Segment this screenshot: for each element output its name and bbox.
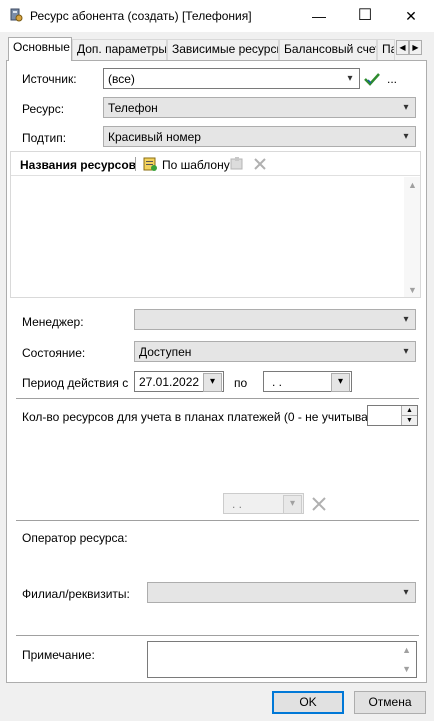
- scroll-down-icon[interactable]: ▼: [408, 285, 417, 295]
- period-from-value: 27.01.2022: [139, 375, 200, 389]
- tab-dependent-resources[interactable]: Зависимые ресурсы: [167, 39, 279, 60]
- separator: [16, 520, 419, 521]
- tab-balance-account[interactable]: Балансовый счет: [279, 39, 377, 60]
- clear-date-icon: [311, 496, 327, 512]
- period-to-label: по: [234, 376, 248, 390]
- note-label: Примечание:: [22, 648, 95, 662]
- names-tab[interactable]: Названия ресурсов: [20, 158, 136, 172]
- names-grid[interactable]: Названия ресурсов По шаблону ▲ ▼: [10, 151, 421, 298]
- spin-down-icon[interactable]: ▼: [401, 416, 417, 425]
- source-label: Источник:: [22, 72, 77, 86]
- template-button[interactable]: По шаблону: [162, 158, 230, 172]
- minimize-button[interactable]: —: [296, 0, 342, 32]
- close-button[interactable]: ✕: [388, 0, 434, 32]
- calendar-dropdown-icon[interactable]: ▾: [331, 373, 350, 392]
- manager-select[interactable]: ▾: [134, 309, 416, 330]
- state-value: Доступен: [139, 345, 192, 359]
- extra-date: . . ▾: [223, 493, 304, 514]
- tab-extra-params[interactable]: Доп. параметры: [72, 39, 167, 60]
- subtype-value: Красивый номер: [108, 130, 201, 144]
- vertical-scrollbar[interactable]: ▲ ▼: [404, 177, 420, 297]
- scroll-down-icon[interactable]: ▼: [402, 664, 411, 674]
- extra-date-value: . .: [232, 497, 243, 511]
- state-label: Состояние:: [22, 346, 86, 360]
- app-icon: [8, 7, 24, 23]
- tab-scroll-right-icon[interactable]: ▶: [409, 40, 422, 55]
- delete-icon: [252, 156, 268, 172]
- add-item-icon: [229, 156, 245, 172]
- period-to-value: . .: [272, 375, 283, 389]
- resource-select[interactable]: Телефон ▾: [103, 97, 416, 118]
- resource-label: Ресурс:: [22, 102, 65, 116]
- period-from-date[interactable]: 27.01.2022 ▾: [134, 371, 224, 392]
- separator: [16, 398, 419, 399]
- calendar-dropdown-icon: ▾: [283, 495, 302, 514]
- cancel-button[interactable]: Отмена: [354, 691, 426, 714]
- scroll-up-icon[interactable]: ▲: [402, 645, 411, 655]
- count-label: Кол-во ресурсов для учета в планах плате…: [22, 410, 387, 424]
- tab-scroll-left-icon[interactable]: ◀: [396, 40, 409, 55]
- count-spinner[interactable]: ▲ ▼: [367, 405, 418, 426]
- subtype-select[interactable]: Красивый номер ▾: [103, 126, 416, 147]
- calendar-dropdown-icon[interactable]: ▾: [203, 373, 222, 392]
- maximize-button[interactable]: ☐: [342, 0, 388, 32]
- divider: [135, 157, 136, 171]
- ok-button[interactable]: OK: [272, 691, 344, 714]
- chevron-down-icon: ▾: [403, 314, 409, 325]
- chevron-down-icon: ▾: [347, 73, 353, 84]
- state-select[interactable]: Доступен ▾: [134, 341, 416, 362]
- tab-overflow[interactable]: Па: [377, 39, 395, 60]
- source-value: (все): [108, 72, 135, 86]
- check-icon[interactable]: [364, 72, 380, 86]
- separator: [16, 635, 419, 636]
- resource-value: Телефон: [108, 101, 158, 115]
- tab-main[interactable]: Основные: [8, 37, 72, 61]
- note-textarea[interactable]: ▲ ▼: [147, 641, 417, 678]
- window-title: Ресурс абонента (создать) [Телефония]: [30, 9, 252, 23]
- chevron-down-icon: ▾: [403, 346, 409, 357]
- source-more-button[interactable]: ...: [387, 72, 397, 86]
- template-icon[interactable]: [142, 156, 158, 172]
- spin-up-icon[interactable]: ▲: [401, 406, 417, 416]
- chevron-down-icon: ▾: [403, 131, 409, 142]
- chevron-down-icon: ▾: [403, 102, 409, 113]
- period-to-date[interactable]: . . ▾: [263, 371, 352, 392]
- subtype-label: Подтип:: [22, 131, 67, 145]
- scroll-up-icon[interactable]: ▲: [408, 180, 417, 190]
- source-select[interactable]: (все) ▾: [103, 68, 360, 89]
- branch-label: Филиал/реквизиты:: [22, 587, 130, 601]
- period-label: Период действия с: [22, 376, 129, 390]
- branch-select[interactable]: ▾: [147, 582, 416, 603]
- title-bar: Ресурс абонента (создать) [Телефония] — …: [0, 0, 434, 32]
- operator-label: Оператор ресурса:: [22, 531, 128, 545]
- chevron-down-icon: ▾: [403, 587, 409, 598]
- manager-label: Менеджер:: [22, 315, 84, 329]
